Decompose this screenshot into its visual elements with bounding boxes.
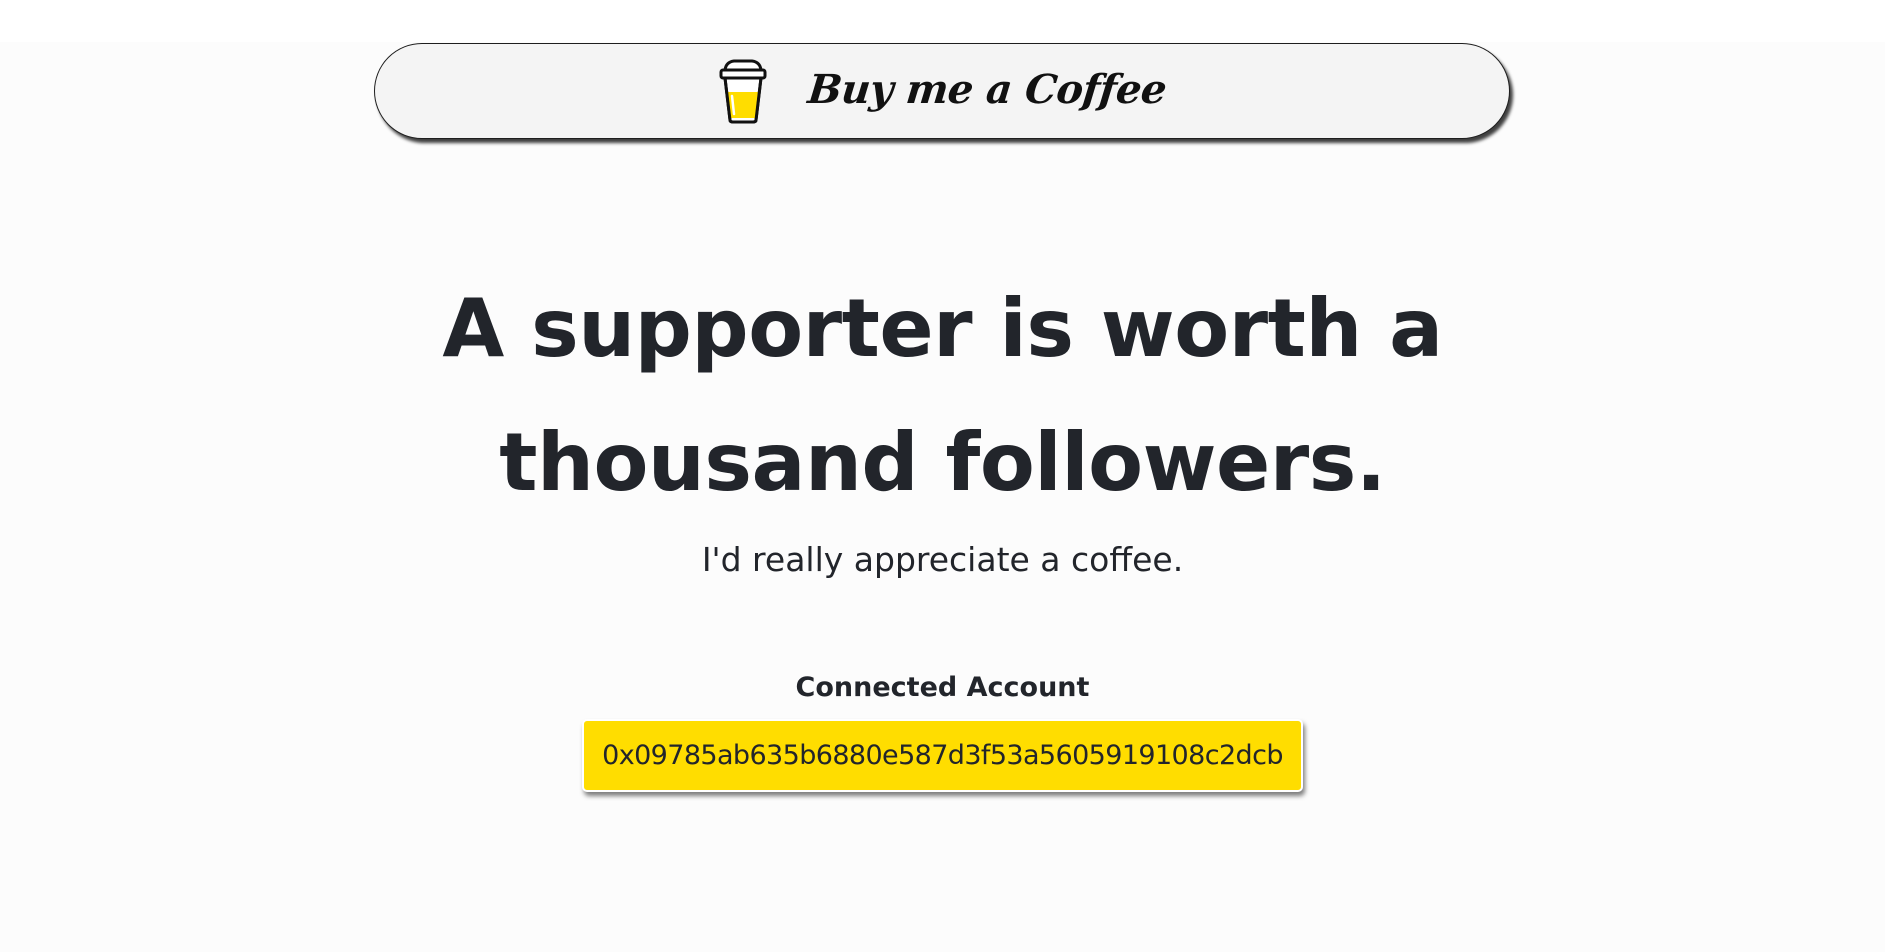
top-strip [0, 0, 1885, 42]
hero-section: A supporter is worth a thousand follower… [0, 262, 1885, 530]
brand-navbar[interactable]: Buy me a Coffee [374, 43, 1510, 139]
headline-line-2: thousand followers. [499, 416, 1386, 509]
connected-account-label: Connected Account [795, 672, 1090, 703]
page-headline: A supporter is worth a thousand follower… [0, 262, 1885, 530]
connected-account-address[interactable]: 0x09785ab635b6880e587d3f53a5605919108c2d… [582, 719, 1303, 792]
brand-name: Buy me a Coffee [805, 65, 1169, 113]
headline-line-1: A supporter is worth a [442, 282, 1443, 375]
page-subtitle: I'd really appreciate a coffee. [701, 540, 1184, 579]
coffee-cup-icon [719, 59, 767, 124]
